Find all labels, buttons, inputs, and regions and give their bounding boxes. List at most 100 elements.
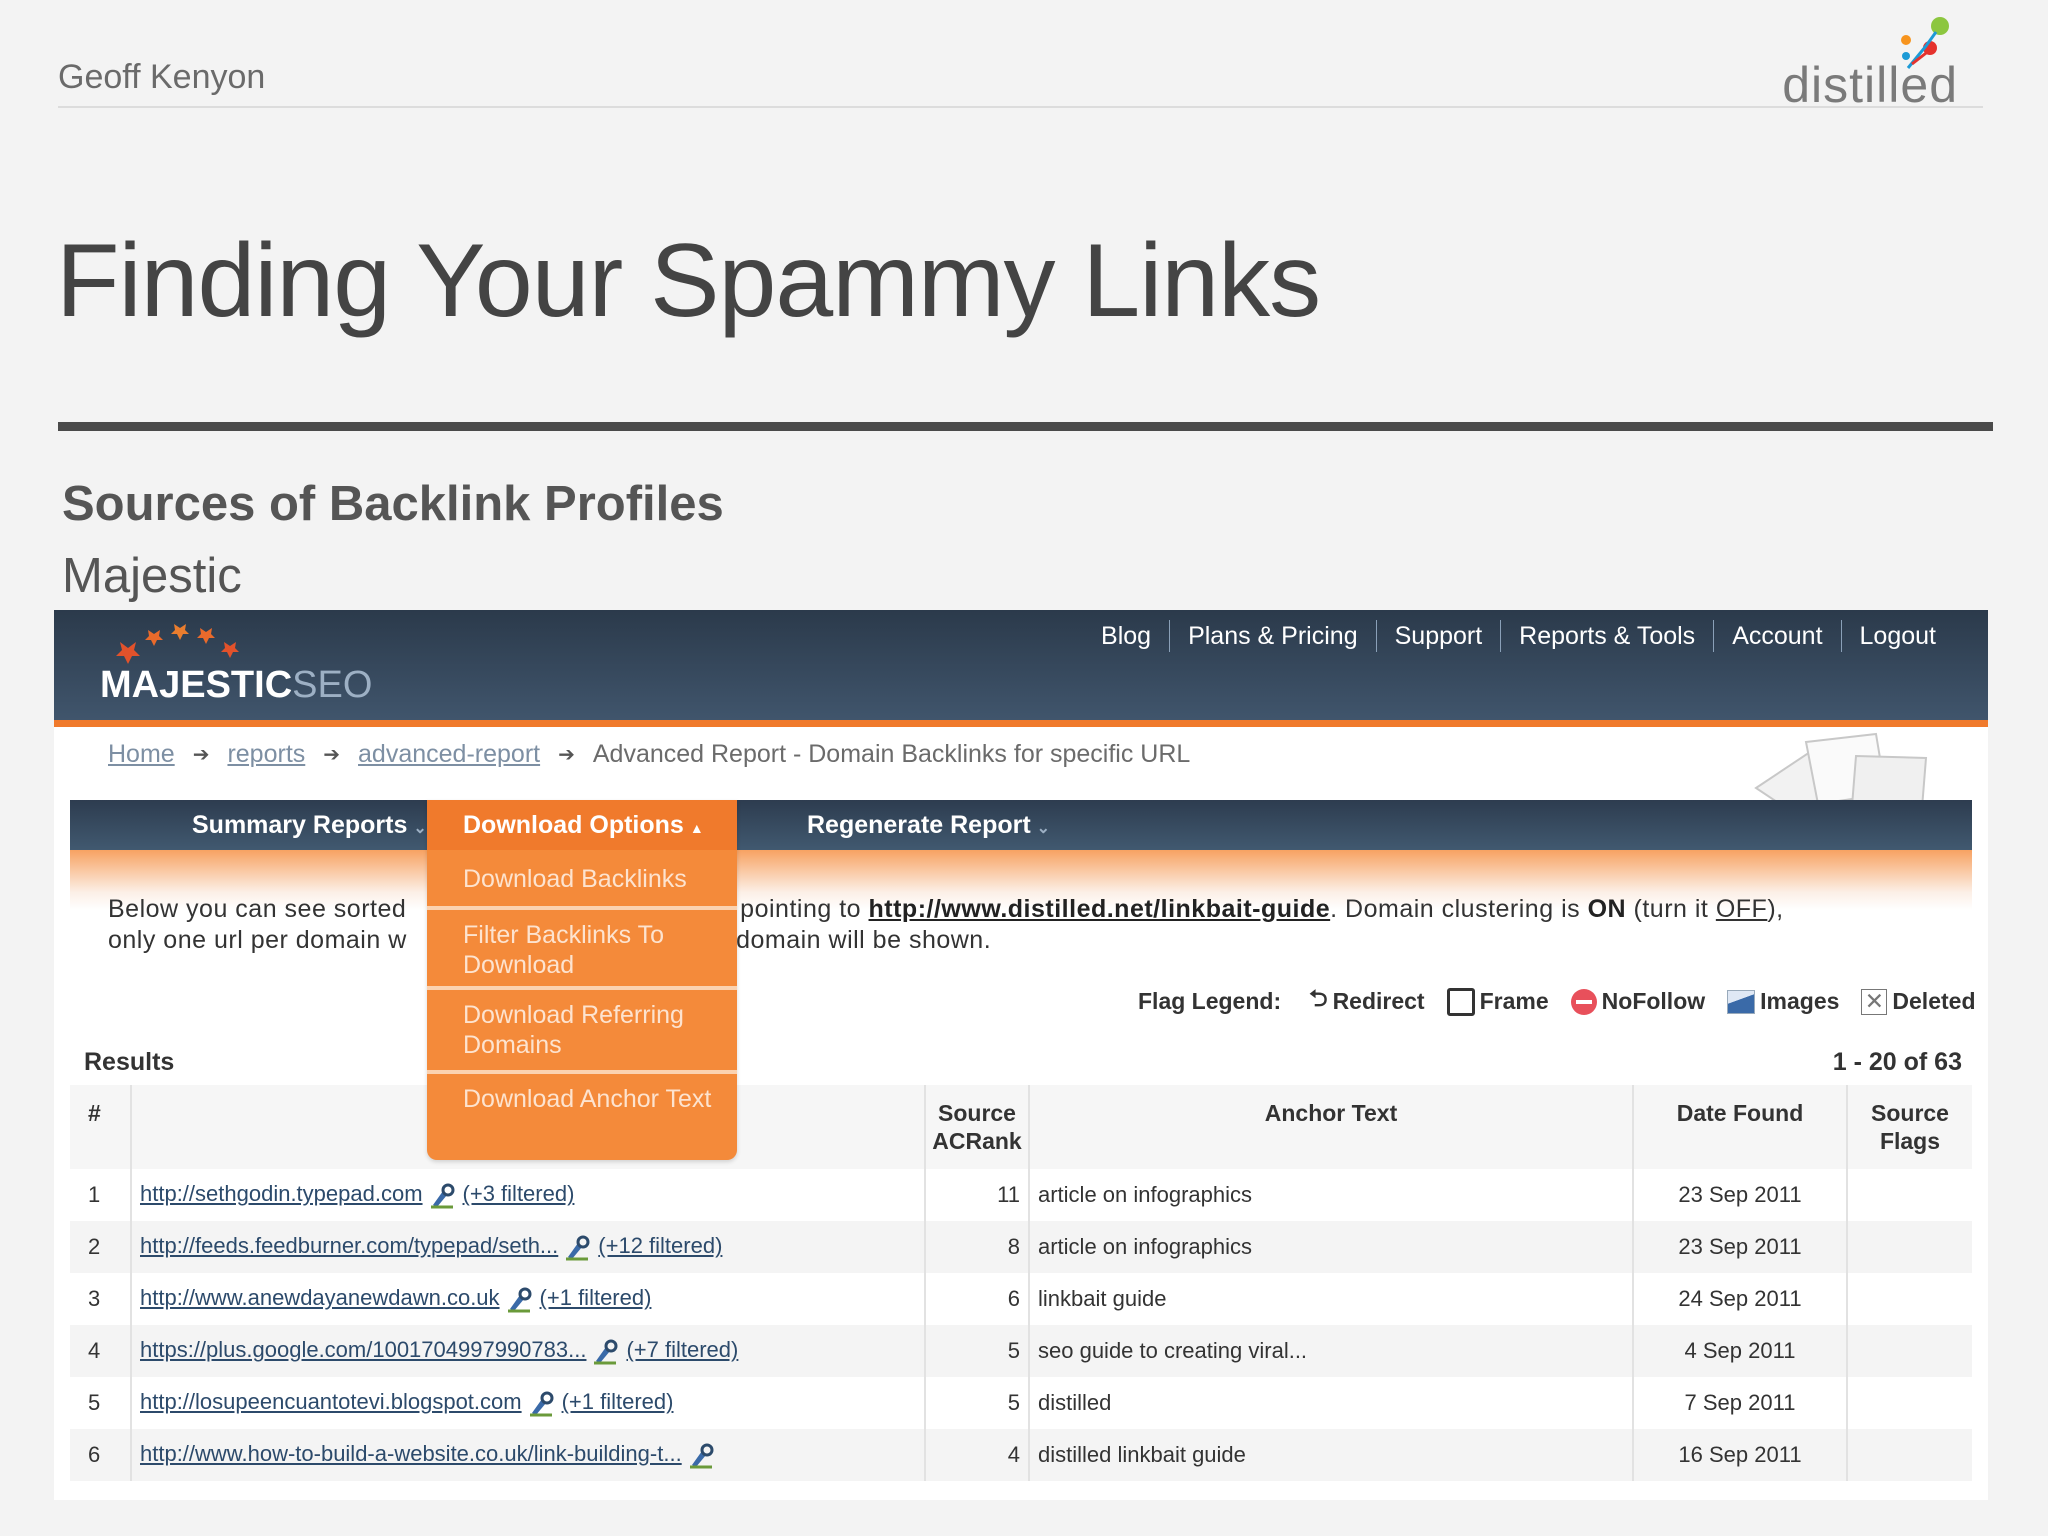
row-number: 5	[70, 1377, 131, 1429]
intro-text: ),	[1767, 895, 1784, 923]
nav-logout[interactable]: Logout	[1842, 620, 1954, 652]
tab-regenerate-label: Regenerate Report	[807, 811, 1031, 839]
row-url-cell: http://www.how-to-build-a-website.co.uk/…	[130, 1429, 925, 1481]
nav-plans-pricing[interactable]: Plans & Pricing	[1170, 620, 1377, 652]
source-flags	[1846, 1273, 1972, 1325]
breadcrumb: Home ➔ reports ➔ advanced-report ➔ Advan…	[108, 740, 1190, 769]
menu-divider	[427, 906, 737, 910]
title-divider	[58, 422, 1993, 431]
menu-download-backlinks[interactable]: Download Backlinks	[427, 864, 737, 894]
date-found: 16 Sep 2011	[1632, 1429, 1847, 1481]
backlink-url-link[interactable]: http://sethgodin.typepad.com	[140, 1181, 423, 1206]
source-acrank: 4	[924, 1429, 1029, 1481]
majestic-screenshot: MAJESTICSEO Blog Plans & Pricing Support…	[54, 610, 1988, 1500]
intro-text: . Domain clustering is	[1330, 895, 1581, 923]
site-explorer-icon[interactable]	[688, 1443, 716, 1469]
tab-summary-label: Summary Reports	[192, 811, 408, 839]
intro-text: only one url per domain w	[108, 926, 407, 954]
slide-title: Finding Your Spammy Links	[56, 223, 1321, 339]
legend-redirect-label: Redirect	[1332, 988, 1425, 1014]
legend-images-label: Images	[1760, 988, 1840, 1014]
tab-summary-reports[interactable]: Summary Reports ⌄	[192, 800, 427, 850]
col-acrank-line1: Source	[938, 1100, 1016, 1126]
source-flags	[1846, 1377, 1972, 1429]
source-acrank: 6	[924, 1273, 1029, 1325]
site-explorer-icon[interactable]	[564, 1235, 592, 1261]
legend-nofollow: NoFollow	[1570, 988, 1705, 1015]
site-explorer-icon[interactable]	[506, 1287, 534, 1313]
menu-download-anchor-text[interactable]: Download Anchor Text	[427, 1084, 737, 1114]
report-intro: Below you can see sorted s pointing to h…	[108, 894, 1938, 956]
flag-legend: Flag Legend: ⮌ Redirect Frame NoFollow Im…	[1138, 982, 1976, 1021]
slide-subsubtitle: Majestic	[62, 549, 242, 603]
tab-regenerate-report[interactable]: Regenerate Report ⌄	[807, 800, 1050, 850]
table-row: 5 http://losupeencuantotevi.blogspot.com (…	[70, 1377, 1972, 1429]
clustering-off-link[interactable]: OFF	[1716, 895, 1768, 923]
anchor-text: article on infographics	[1028, 1169, 1633, 1221]
anchor-text: linkbait guide	[1028, 1273, 1633, 1325]
row-number: 2	[70, 1221, 131, 1273]
source-flags	[1846, 1169, 1972, 1221]
nav-support[interactable]: Support	[1377, 620, 1502, 652]
breadcrumb-advanced-report[interactable]: advanced-report	[358, 740, 540, 769]
backlink-url-link[interactable]: https://plus.google.com/1001704997990783…	[140, 1337, 586, 1362]
col-source-acrank[interactable]: Source ACRank	[924, 1085, 1029, 1169]
intro-text: s pointing to	[719, 895, 862, 923]
target-url-link[interactable]: http://www.distilled.net/linkbait-guide	[869, 895, 1331, 923]
tab-download-options[interactable]: Download Options ▲	[427, 800, 737, 850]
row-url-cell: http://sethgodin.typepad.com (+3 filtered…	[130, 1169, 925, 1221]
redirect-icon: ⮌	[1309, 985, 1328, 1011]
breadcrumb-home[interactable]: Home	[108, 740, 175, 769]
logo-main: MAJESTIC	[100, 664, 293, 706]
table-row: 1 http://sethgodin.typepad.com (+3 filtere…	[70, 1169, 1972, 1221]
majestic-logo: MAJESTICSEO	[100, 664, 372, 707]
legend-deleted: ✕ Deleted	[1861, 988, 1976, 1015]
col-source-flags: Source Flags	[1846, 1085, 1972, 1169]
table-row: 6 http://www.how-to-build-a-website.co.uk…	[70, 1429, 1972, 1481]
filtered-count-link[interactable]: (+3 filtered)	[463, 1181, 575, 1206]
backlink-url-link[interactable]: http://www.anewdayanewdawn.co.uk	[140, 1285, 500, 1310]
site-explorer-icon[interactable]	[592, 1339, 620, 1365]
nav-blog[interactable]: Blog	[1083, 620, 1171, 652]
legend-frame-label: Frame	[1479, 988, 1549, 1014]
arrow-right-icon: ➔	[558, 744, 575, 766]
top-nav: Blog Plans & Pricing Support Reports & T…	[1083, 620, 1954, 652]
row-number: 3	[70, 1273, 131, 1325]
filtered-count-link[interactable]: (+7 filtered)	[626, 1337, 738, 1362]
menu-filter-backlinks[interactable]: Filter Backlinks To Download	[427, 920, 737, 980]
menu-divider	[427, 1070, 737, 1074]
breadcrumb-reports[interactable]: reports	[227, 740, 305, 769]
backlink-url-link[interactable]: http://www.how-to-build-a-website.co.uk/…	[140, 1441, 682, 1466]
backlink-url-link[interactable]: http://feeds.feedburner.com/typepad/seth…	[140, 1233, 558, 1258]
legend-images: Images	[1727, 988, 1839, 1015]
backlink-url-link[interactable]: http://losupeencuantotevi.blogspot.com	[140, 1389, 522, 1414]
nav-reports-tools[interactable]: Reports & Tools	[1501, 620, 1715, 652]
filtered-count-link[interactable]: (+1 filtered)	[562, 1389, 674, 1414]
row-url-cell: http://www.anewdayanewdawn.co.uk (+1 filt…	[130, 1273, 925, 1325]
intro-text: e domain will be shown.	[714, 926, 992, 954]
results-paging: 1 - 20 of 63	[1832, 1048, 1962, 1076]
col-anchor-text[interactable]: Anchor Text	[1028, 1085, 1633, 1169]
row-number: 4	[70, 1325, 131, 1377]
row-number: 1	[70, 1169, 131, 1221]
site-explorer-icon[interactable]	[528, 1391, 556, 1417]
filtered-count-link[interactable]: (+1 filtered)	[540, 1285, 652, 1310]
caret-up-icon: ▲	[689, 820, 704, 836]
image-icon	[1727, 989, 1756, 1014]
majestic-header: MAJESTICSEO Blog Plans & Pricing Support…	[54, 610, 1988, 720]
filtered-count-link[interactable]: (+12 filtered)	[598, 1233, 722, 1258]
source-acrank: 5	[924, 1325, 1029, 1377]
backlinks-table: # Source ACRank Anchor Text Date Found S…	[70, 1085, 1972, 1481]
table-row: 3 http://www.anewdayanewdawn.co.uk (+1 fil…	[70, 1273, 1972, 1325]
menu-download-referring-domains[interactable]: Download Referring Domains	[427, 1000, 737, 1060]
nav-account[interactable]: Account	[1714, 620, 1842, 652]
table-row: 2 http://feeds.feedburner.com/typepad/set…	[70, 1221, 1972, 1273]
author-name: Geoff Kenyon	[58, 58, 266, 96]
anchor-text: seo guide to creating viral...	[1028, 1325, 1633, 1377]
menu-divider	[427, 986, 737, 990]
source-acrank: 8	[924, 1221, 1029, 1273]
col-acrank-line2: ACRank	[932, 1128, 1022, 1154]
col-date-found[interactable]: Date Found	[1632, 1085, 1847, 1169]
arrow-right-icon: ➔	[323, 744, 341, 766]
site-explorer-icon[interactable]	[429, 1183, 457, 1209]
